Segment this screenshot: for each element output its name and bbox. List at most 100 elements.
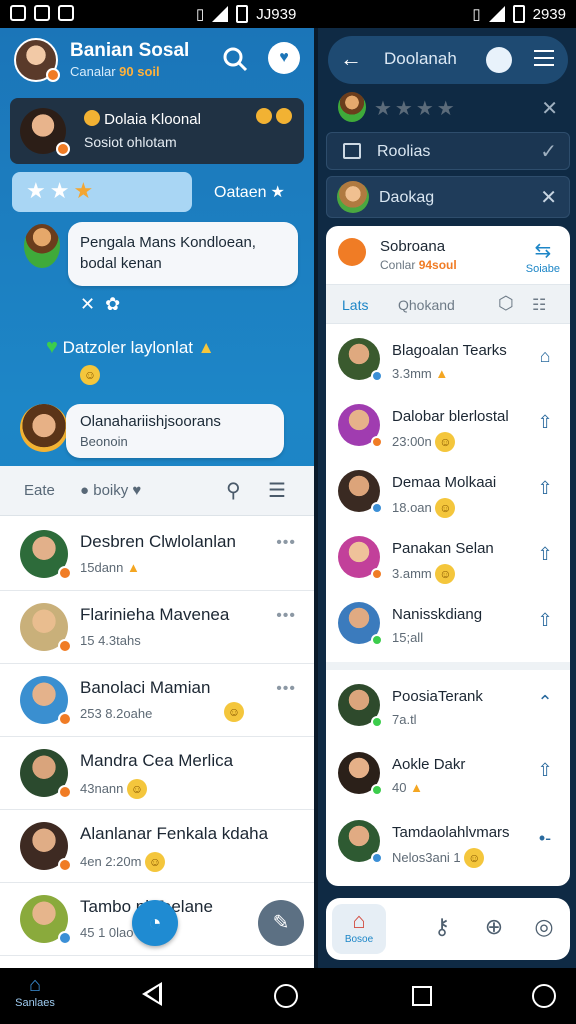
avatar <box>338 338 383 382</box>
more-icon[interactable]: ••• <box>276 680 296 698</box>
key-icon[interactable]: ⚷ <box>428 914 456 942</box>
home-nav-button[interactable]: ⌂ Sanlaes <box>10 974 60 1009</box>
list-icon[interactable]: ☰ <box>268 478 286 503</box>
attach-icon[interactable]: ⚲ <box>226 478 241 503</box>
contact-meta-text: Nelos3ani 1 <box>392 850 461 865</box>
share-icon[interactable]: ⇧ <box>534 412 556 434</box>
home-circle-icon[interactable] <box>274 984 298 1008</box>
reaction-icons[interactable]: ✕✿ <box>80 294 130 315</box>
status-badge <box>371 716 383 728</box>
close-icon[interactable]: ✕ <box>541 96 558 121</box>
smiley-icon: ☺ <box>435 498 456 518</box>
share-icon[interactable]: ⇧ <box>534 760 556 782</box>
home-tab-label: Bosoe <box>344 934 374 945</box>
smiley-icon: ☺ <box>80 365 100 385</box>
cube-icon[interactable]: ⬡ <box>498 293 514 314</box>
contact-row[interactable]: Blagoalan Tearks 3.3mm ▲ ⌂ <box>326 326 570 392</box>
chat-row[interactable]: Mandra Cea Merlica 43nann ☺ <box>0 737 314 810</box>
checkbox-icon[interactable] <box>343 143 361 159</box>
home-icon[interactable]: ⌂ <box>534 346 556 368</box>
rating-row[interactable]: ★★★★ ✕ <box>326 92 570 126</box>
chat-name: Alanlanar Fenkala kdaha <box>80 824 269 843</box>
contact-row[interactable]: Aokle Dakr 40 ▲ ⇧ <box>326 740 570 806</box>
status-badge <box>58 639 72 653</box>
contact-row[interactable]: Dalobar blerlostal 23:00n ☺ ⇧ <box>326 392 570 458</box>
compose-button[interactable]: ✎ <box>258 900 304 946</box>
search-icon[interactable] <box>486 47 512 73</box>
contact-row[interactable]: Panakan Selan 3.amm ☺ ⇧ <box>326 524 570 590</box>
status-icons-left <box>10 5 74 21</box>
mascot-icon <box>338 92 366 122</box>
contact-meta: 40 ▲ <box>392 780 423 795</box>
avatar <box>338 536 383 580</box>
smiley-icon: ☺ <box>127 779 148 799</box>
recents-icon[interactable] <box>412 986 432 1006</box>
rating-pill[interactable]: ★★★ <box>12 172 192 212</box>
circle-icon[interactable]: ◎ <box>530 914 558 942</box>
subtitle-accent: 90 soil <box>119 64 160 79</box>
more-icon[interactable]: ••• <box>276 607 296 625</box>
tab-eate[interactable]: Eate <box>24 482 55 499</box>
chat-meta: 253 8.2oahe <box>80 706 153 721</box>
mascot-avatar <box>20 404 68 452</box>
star-rating-icon: ★★★★ <box>374 98 458 120</box>
chat-meta: 15 4.3tahs <box>80 633 141 648</box>
warning-icon: ▲ <box>410 780 423 795</box>
back-icon[interactable] <box>142 982 162 1006</box>
featured-name-text: Dolaia Kloonal <box>104 111 201 128</box>
option-row-2[interactable]: Daokag ✕ <box>326 176 570 218</box>
home-tab[interactable]: ⌂ Bosoe <box>332 904 386 954</box>
close-icon[interactable]: ✕ <box>540 185 557 210</box>
smiley-icon: ☺ <box>224 702 244 722</box>
back-arrow-icon[interactable]: ← <box>340 46 362 72</box>
contact-row[interactable]: Tamdaolahlvmars Nelos3ani 1 ☺ •- <box>326 808 570 874</box>
rotate-icon[interactable] <box>532 984 556 1008</box>
search-icon[interactable] <box>222 46 248 72</box>
chat-row[interactable]: Alanlanar Fenkala kdaha 4en 2:20m ☺ <box>0 810 314 883</box>
status-badge <box>58 931 72 945</box>
avatar <box>20 822 72 872</box>
chevron-icon[interactable]: ✓ <box>540 139 557 164</box>
home-icon: ⌂ <box>28 974 42 996</box>
gallery-icon <box>34 5 50 21</box>
chat-meta: 43nann ☺ <box>80 779 148 799</box>
contact-row[interactable]: Demaa Molkaai 18.oan ☺ ⇧ <box>326 458 570 524</box>
profile-avatar[interactable] <box>14 38 60 82</box>
search-icon[interactable]: ⊕ <box>480 914 508 942</box>
chat-row[interactable]: Banolaci Mamian 253 8.2oahe ☺ ••• <box>0 664 314 737</box>
contact-meta: Nelos3ani 1 ☺ <box>392 848 485 868</box>
chat-meta: 45 1 0lao <box>80 925 134 940</box>
avatar <box>338 752 383 796</box>
share-icon[interactable]: ⇧ <box>534 544 556 566</box>
chat-meta-text: 15dann <box>80 560 124 575</box>
share-button[interactable]: ⇆ Soiabe <box>526 238 560 275</box>
app-logo-icon <box>338 238 366 266</box>
featured-name: Dolaia Kloonal <box>84 110 201 128</box>
clock-left: JJ939 <box>256 5 297 23</box>
option-row[interactable]: Roolias ✓ <box>326 132 570 170</box>
menu-icon[interactable] <box>534 50 554 66</box>
contact-row[interactable]: Nanisskdiang 15;all ⇧ <box>326 590 570 656</box>
tab-boiky[interactable]: ● boiky ♥ <box>80 482 141 499</box>
new-chat-button[interactable]: ◔ <box>132 900 178 946</box>
more-icon[interactable]: •- <box>534 828 556 850</box>
grid-icon[interactable]: ☷ <box>532 295 546 315</box>
coins-icon <box>256 108 293 127</box>
favorites-button[interactable]: ♥ <box>268 42 300 74</box>
share-icon[interactable]: ⇧ <box>534 610 556 632</box>
contact-row[interactable]: PoosiaTerank 7a.tl ⌃ <box>326 672 570 738</box>
status-badge <box>371 370 383 382</box>
more-icon[interactable]: ••• <box>276 534 296 552</box>
chat-row[interactable]: Desbren Clwlolanlan 15dann ▲ ••• <box>0 518 314 591</box>
chat-list: Eate ● boiky ♥ ⚲ ☰ Desbren Clwlolanlan 1… <box>0 466 314 968</box>
chat-row[interactable]: Flarinieha Mavenea 15 4.3tahs ••• <box>0 591 314 664</box>
chat-name: Desbren Clwlolanlan <box>80 532 236 551</box>
tab-qhokand[interactable]: Qhokand <box>398 297 455 313</box>
share-icon[interactable]: ⇧ <box>534 478 556 500</box>
collapse-icon[interactable]: ⌃ <box>534 692 556 714</box>
tab-lats[interactable]: Lats <box>342 297 368 313</box>
avatar <box>20 603 72 653</box>
lock-icon <box>58 5 74 21</box>
signal-icon-2 <box>488 6 505 22</box>
featured-contact-card[interactable]: Dolaia Kloonal Sosiot ohlotam <box>10 98 304 164</box>
